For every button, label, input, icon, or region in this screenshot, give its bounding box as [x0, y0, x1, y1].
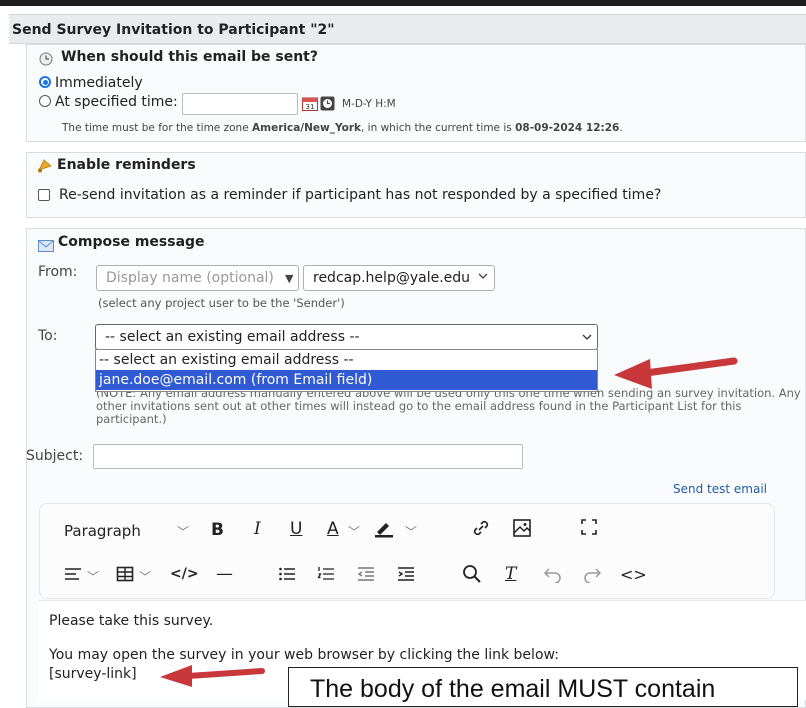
numbered-list-icon[interactable]: [317, 565, 335, 588]
specified-time-input[interactable]: [182, 93, 298, 115]
image-icon[interactable]: [512, 518, 532, 543]
chevron-down-icon[interactable]: ﹀: [87, 568, 99, 585]
bullet-list-icon[interactable]: [278, 565, 296, 588]
fullscreen-icon[interactable]: [580, 518, 598, 541]
resend-reminder-label[interactable]: Re-send invitation as a reminder if part…: [59, 187, 661, 203]
link-icon[interactable]: [471, 518, 491, 543]
when-title: When should this email be sent?: [61, 49, 318, 65]
dropdown-option-placeholder[interactable]: -- select an existing email address --: [96, 350, 597, 370]
outdent-icon[interactable]: [357, 565, 375, 588]
top-bar: [0, 0, 806, 6]
indent-icon[interactable]: [397, 565, 415, 588]
clear-formatting-icon[interactable]: T: [505, 564, 516, 584]
manual-email-note: (NOTE: Any email address manually entere…: [96, 386, 801, 426]
immediately-radio[interactable]: [39, 76, 51, 88]
dropdown-option-jane-doe[interactable]: jane.doe@email.com (from Email field): [96, 370, 597, 390]
chevron-down-icon[interactable]: ﹀: [405, 523, 417, 540]
chevron-down-icon: [478, 270, 488, 283]
annotation-arrow-icon: [160, 665, 265, 687]
immediately-label[interactable]: Immediately: [55, 75, 143, 91]
subject-label: Subject:: [26, 448, 84, 464]
envelope-icon: [38, 237, 54, 256]
chevron-down-icon: [582, 331, 592, 344]
svg-text:31: 31: [306, 103, 315, 111]
align-icon[interactable]: [64, 566, 82, 587]
underline-icon[interactable]: U: [290, 519, 302, 539]
code-sample-icon[interactable]: </>: [170, 566, 199, 582]
search-icon[interactable]: [462, 564, 482, 589]
datetime-format-hint: M-D-Y H:M: [342, 98, 396, 110]
timezone-note: The time must be for the time zone Ameri…: [62, 122, 623, 134]
italic-icon[interactable]: I: [254, 519, 261, 539]
dialog-title: Send Survey Invitation to Participant "2…: [9, 14, 806, 44]
bell-icon: [37, 157, 54, 177]
block-format-select[interactable]: Paragraph: [64, 522, 141, 540]
current-time-value: 08-09-2024 12:26: [515, 122, 620, 134]
compose-title: Compose message: [58, 234, 205, 250]
chevron-down-icon[interactable]: ﹀: [177, 523, 189, 540]
body-line-2: You may open the survey in your web brow…: [49, 647, 559, 663]
from-label: From:: [38, 264, 78, 280]
sender-hint: (select any project user to be the 'Send…: [98, 296, 345, 310]
send-test-email-link[interactable]: Send test email: [673, 482, 767, 496]
chevron-down-icon: ▼: [285, 272, 294, 285]
specified-time-label[interactable]: At specified time:: [55, 94, 178, 110]
to-label: To:: [38, 328, 58, 344]
redo-icon[interactable]: [583, 565, 602, 588]
callout-text: The body of the email MUST contain: [310, 675, 716, 703]
body-line-3: [survey-link]: [49, 666, 137, 682]
text-color-icon[interactable]: A: [327, 519, 339, 539]
display-name-select[interactable]: Display name (optional): [96, 265, 299, 291]
from-email-select[interactable]: redcap.help@yale.edu: [303, 265, 495, 291]
reminders-title: Enable reminders: [57, 157, 196, 173]
resend-reminder-checkbox[interactable]: [38, 189, 50, 201]
clock-icon: [39, 51, 53, 70]
source-code-icon[interactable]: <>: [620, 565, 647, 584]
timezone-value: America/New_York: [252, 122, 361, 134]
chevron-down-icon[interactable]: ﹀: [348, 523, 360, 540]
calendar-icon[interactable]: 31: [302, 96, 318, 115]
annotation-callout: The body of the email MUST contain: [288, 667, 798, 707]
annotation-arrow-icon: [614, 357, 738, 389]
to-email-select[interactable]: -- select an existing email address --: [95, 324, 598, 350]
bold-icon[interactable]: B: [211, 520, 224, 540]
highlight-icon[interactable]: [373, 518, 395, 543]
to-email-dropdown-list[interactable]: -- select an existing email address -- j…: [95, 349, 598, 392]
undo-icon[interactable]: [543, 565, 562, 588]
horizontal-rule-icon[interactable]: —: [216, 564, 233, 584]
now-clock-icon[interactable]: [320, 96, 335, 115]
subject-input[interactable]: [93, 444, 523, 469]
specified-time-radio[interactable]: [39, 95, 51, 107]
chevron-down-icon[interactable]: ﹀: [139, 568, 151, 585]
body-line-1: Please take this survey.: [49, 613, 214, 629]
table-icon[interactable]: [116, 565, 134, 588]
